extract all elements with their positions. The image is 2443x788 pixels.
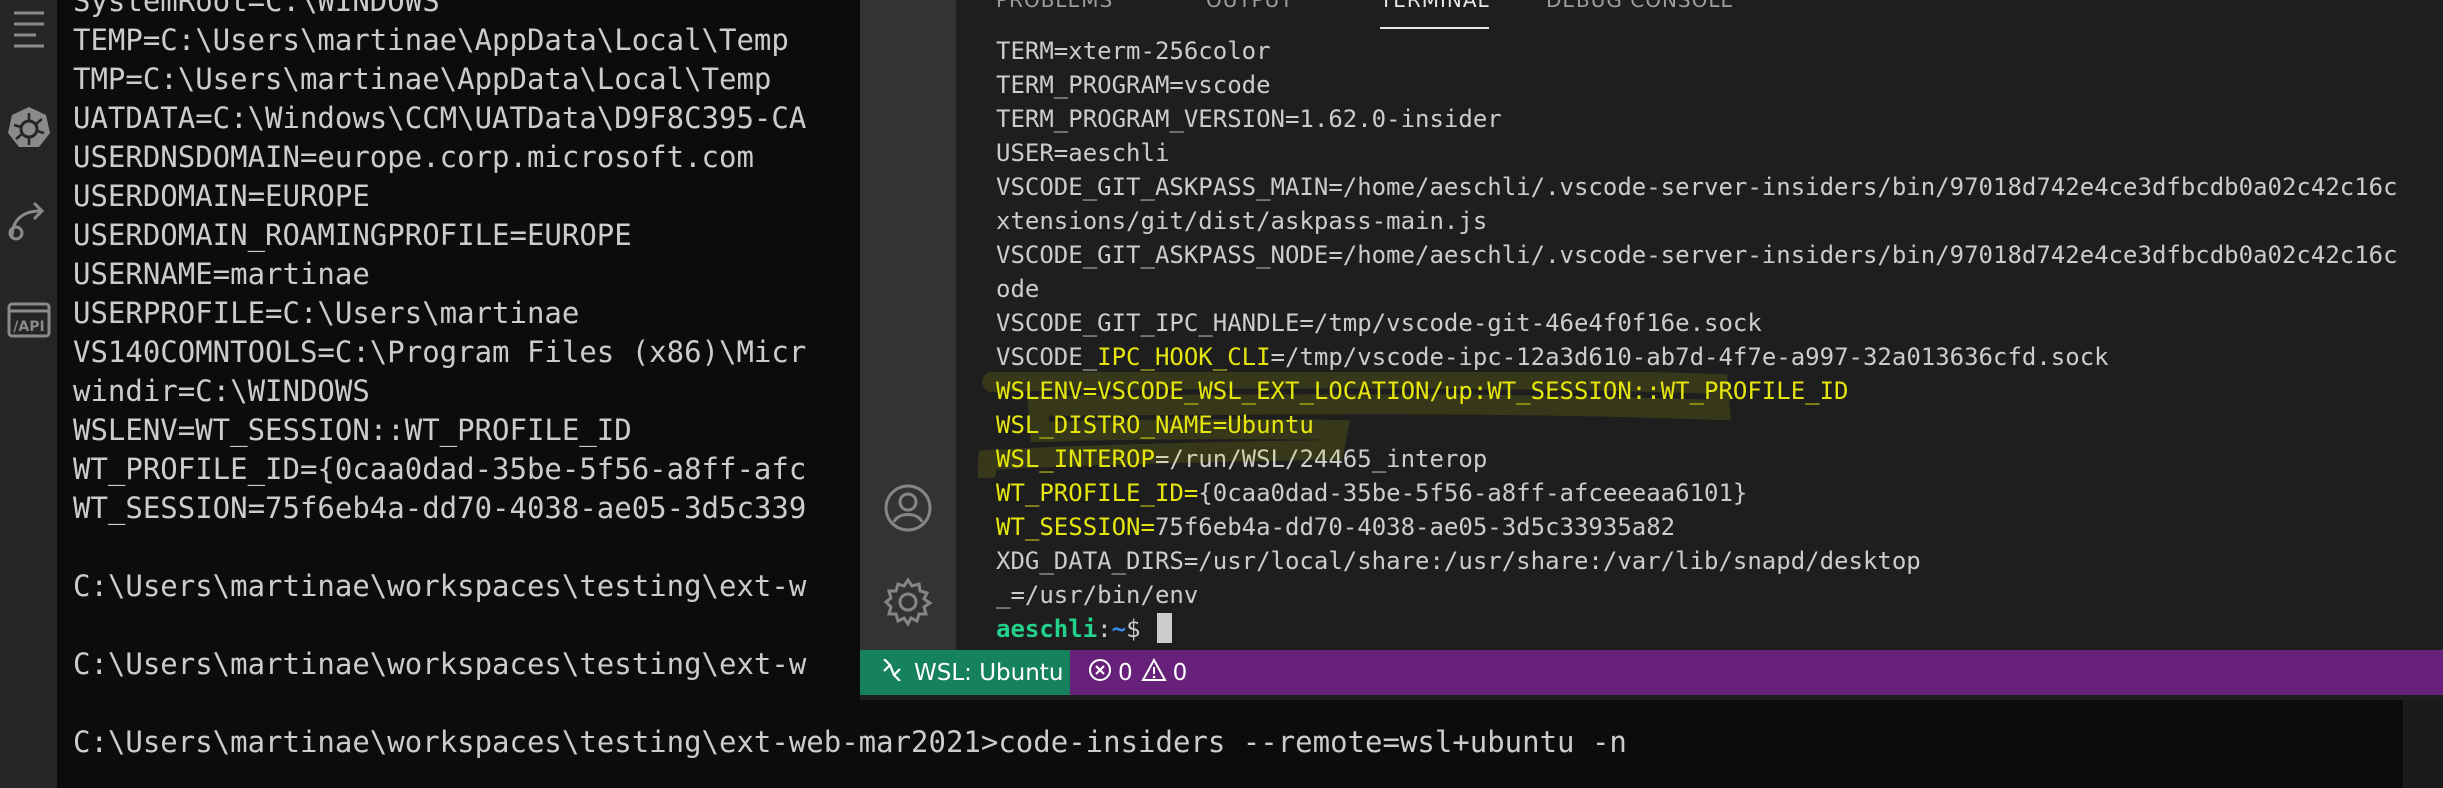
tab-problems[interactable]: PROBLEMS bbox=[996, 0, 1113, 12]
remote-label: WSL: Ubuntu bbox=[914, 659, 1064, 686]
status-bar: WSL: Ubuntu 0 0 bbox=[860, 650, 2443, 695]
terminal-line: WSLENV=WT_SESSION::WT_PROFILE_ID bbox=[73, 413, 632, 447]
terminal-line: WT_PROFILE_ID={0caa0dad-35be-5f56-a8ff-a… bbox=[73, 452, 807, 486]
remote-indicator[interactable]: WSL: Ubuntu bbox=[860, 650, 1070, 695]
terminal-line: _=/usr/bin/env bbox=[996, 578, 1198, 612]
terminal-line: USERDOMAIN=EUROPE bbox=[73, 179, 370, 213]
env-value: VSCODE_GIT_ASKPASS_MAIN=/home/aeschli/.v… bbox=[996, 173, 2398, 201]
terminal-line: XDG_DATA_DIRS=/usr/local/share:/usr/shar… bbox=[996, 544, 1921, 578]
api-icon[interactable]: /API bbox=[0, 290, 57, 350]
integrated-terminal[interactable]: TERM=xterm-256color TERM_PROGRAM=vscode TE… bbox=[996, 34, 2443, 650]
prompt-symbol: $ bbox=[1126, 615, 1155, 643]
kubernetes-icon[interactable] bbox=[0, 98, 57, 158]
terminal-line: USER=aeschli bbox=[996, 136, 1169, 170]
terminal-line: WSL_DISTRO_NAME=Ubuntu bbox=[996, 408, 1314, 442]
terminal-line: VSCODE_GIT_ASKPASS_NODE=/home/aeschli/.v… bbox=[996, 238, 2398, 272]
env-value: =/tmp/vscode-ipc-12a3d610-ab7d-4f7e-a997… bbox=[1270, 343, 2109, 371]
panel-tabs: PROBLEMS OUTPUT TERMINAL DEBUG CONSOLE bbox=[956, 0, 2443, 32]
env-value: TERM_PROGRAM=vscode bbox=[996, 71, 1271, 99]
terminal-line: windir=C:\WINDOWS bbox=[73, 374, 370, 408]
terminal-line: TERM=xterm-256color bbox=[996, 34, 1271, 68]
env-value: _=/usr/bin/env bbox=[996, 581, 1199, 609]
tab-output[interactable]: OUTPUT bbox=[1206, 0, 1294, 12]
terminal-cursor bbox=[1156, 613, 1172, 643]
remote-explorer-icon[interactable] bbox=[0, 190, 57, 250]
error-icon bbox=[1088, 658, 1112, 688]
warning-count: 0 bbox=[1172, 659, 1188, 686]
terminal-prompt[interactable]: aeschli:~$ bbox=[996, 612, 1172, 646]
accounts-icon[interactable] bbox=[860, 478, 956, 538]
terminal-line: USERPROFILE=C:\Users\martinae bbox=[73, 296, 580, 330]
terminal-line: VSCODE_GIT_ASKPASS_MAIN=/home/aeschli/.v… bbox=[996, 170, 2398, 204]
terminal-line: WT_PROFILE_ID={0caa0dad-35be-5f56-a8ff-a… bbox=[996, 476, 1747, 510]
manage-gear-icon[interactable] bbox=[860, 572, 956, 632]
terminal-line: C:\Users\martinae\workspaces\testing\ext… bbox=[73, 647, 807, 681]
prompt-path: ~ bbox=[1111, 615, 1127, 643]
highlighted-env-key: WSL_INTEROP bbox=[996, 445, 1155, 473]
terminal-line: SystemRoot=C:\WINDOWS bbox=[73, 0, 440, 18]
terminal-line: USERDOMAIN_ROAMINGPROFILE=EUROPE bbox=[73, 218, 632, 252]
env-value: USER=aeschli bbox=[996, 139, 1170, 167]
highlighted-env-key: WT_SESSION= bbox=[996, 513, 1155, 541]
terminal-line: WT_SESSION=75f6eb4a-dd70-4038-ae05-3d5c3… bbox=[996, 510, 1675, 544]
terminal-line: ode bbox=[996, 272, 1039, 306]
prompt-separator: : bbox=[1097, 615, 1112, 643]
env-value: VSCODE_GIT_IPC_HANDLE=/tmp/vscode-git-46… bbox=[996, 309, 1762, 337]
error-count: 0 bbox=[1118, 659, 1133, 686]
terminal-line: USERNAME=martinae bbox=[73, 257, 370, 291]
highlighted-env-key: WSLENV=VSCODE_WSL_EXT_LOCATION/up:WT_SES… bbox=[996, 377, 1849, 405]
env-value: {0caa0dad-35be-5f56-a8ff-afceeeaa6101} bbox=[1198, 479, 1748, 507]
terminal-line: xtensions/git/dist/askpass-main.js bbox=[996, 204, 1487, 238]
menu-lines-icon[interactable] bbox=[0, 2, 57, 62]
terminal-line: WSLENV=VSCODE_WSL_EXT_LOCATION/up:WT_SES… bbox=[996, 374, 1849, 408]
terminal-line: TMP=C:\Users\martinae\AppData\Local\Temp bbox=[73, 62, 772, 96]
env-value: xtensions/git/dist/askpass-main.js bbox=[996, 207, 1488, 235]
left-activity-strip: /API bbox=[0, 0, 57, 788]
env-value: TERM_PROGRAM_VERSION=1.62.0-insider bbox=[996, 105, 1502, 133]
terminal-line: VSCODE_GIT_IPC_HANDLE=/tmp/vscode-git-46… bbox=[996, 306, 1762, 340]
env-value: XDG_DATA_DIRS=/usr/local/share:/usr/shar… bbox=[996, 547, 1921, 575]
terminal-line: WSL_INTEROP=/run/WSL/24465_interop bbox=[996, 442, 1487, 476]
svg-text:/API: /API bbox=[13, 319, 44, 335]
terminal-line: WT_SESSION=75f6eb4a-dd70-4038-ae05-3d5c3… bbox=[73, 491, 807, 525]
highlighted-env-key: WT_PROFILE_ID= bbox=[996, 479, 1199, 507]
tab-terminal[interactable]: TERMINAL bbox=[1380, 0, 1490, 12]
remote-icon bbox=[882, 657, 902, 687]
terminal-line: TERM_PROGRAM_VERSION=1.62.0-insider bbox=[996, 102, 1502, 136]
highlighted-env-key: IPC_HOOK_CLI bbox=[1097, 343, 1271, 371]
env-key: VSCODE_ bbox=[996, 343, 1098, 371]
env-value: ode bbox=[996, 275, 1040, 303]
vscode-window[interactable]: PROBLEMS OUTPUT TERMINAL DEBUG CONSOLE T… bbox=[860, 0, 2443, 700]
terminal-line: TERM_PROGRAM=vscode bbox=[996, 68, 1271, 102]
prompt-user: aeschli bbox=[996, 615, 1098, 643]
problems-indicator[interactable]: 0 0 bbox=[1088, 650, 1195, 695]
terminal-line: C:\Users\martinae\workspaces\testing\ext… bbox=[73, 569, 807, 603]
active-tab-indicator bbox=[1380, 27, 1489, 29]
terminal-line: USERDNSDOMAIN=europe.corp.microsoft.com bbox=[73, 140, 754, 174]
warning-icon bbox=[1140, 657, 1167, 688]
terminal-line: TEMP=C:\Users\martinae\AppData\Local\Tem… bbox=[73, 23, 789, 57]
env-value: 75f6eb4a-dd70-4038-ae05-3d5c33935a82 bbox=[1154, 513, 1676, 541]
env-value: =/run/WSL/24465_interop bbox=[1154, 445, 1488, 473]
terminal-line: C:\Users\martinae\workspaces\testing\ext… bbox=[73, 725, 1627, 759]
activity-bar bbox=[860, 0, 956, 650]
env-value: TERM=xterm-256color bbox=[996, 37, 1271, 65]
terminal-line: VS140COMNTOOLS=C:\Program Files (x86)\Mi… bbox=[73, 335, 807, 369]
env-value: VSCODE_GIT_ASKPASS_NODE=/home/aeschli/.v… bbox=[996, 241, 2398, 269]
tab-debug-console[interactable]: DEBUG CONSOLE bbox=[1546, 0, 1734, 12]
highlighted-env-key: WSL_DISTRO_NAME=Ubuntu bbox=[996, 411, 1314, 439]
terminal-line: UATDATA=C:\Windows\CCM\UATData\D9F8C395-… bbox=[73, 101, 807, 135]
terminal-line: VSCODE_IPC_HOOK_CLI=/tmp/vscode-ipc-12a3… bbox=[996, 340, 2109, 374]
